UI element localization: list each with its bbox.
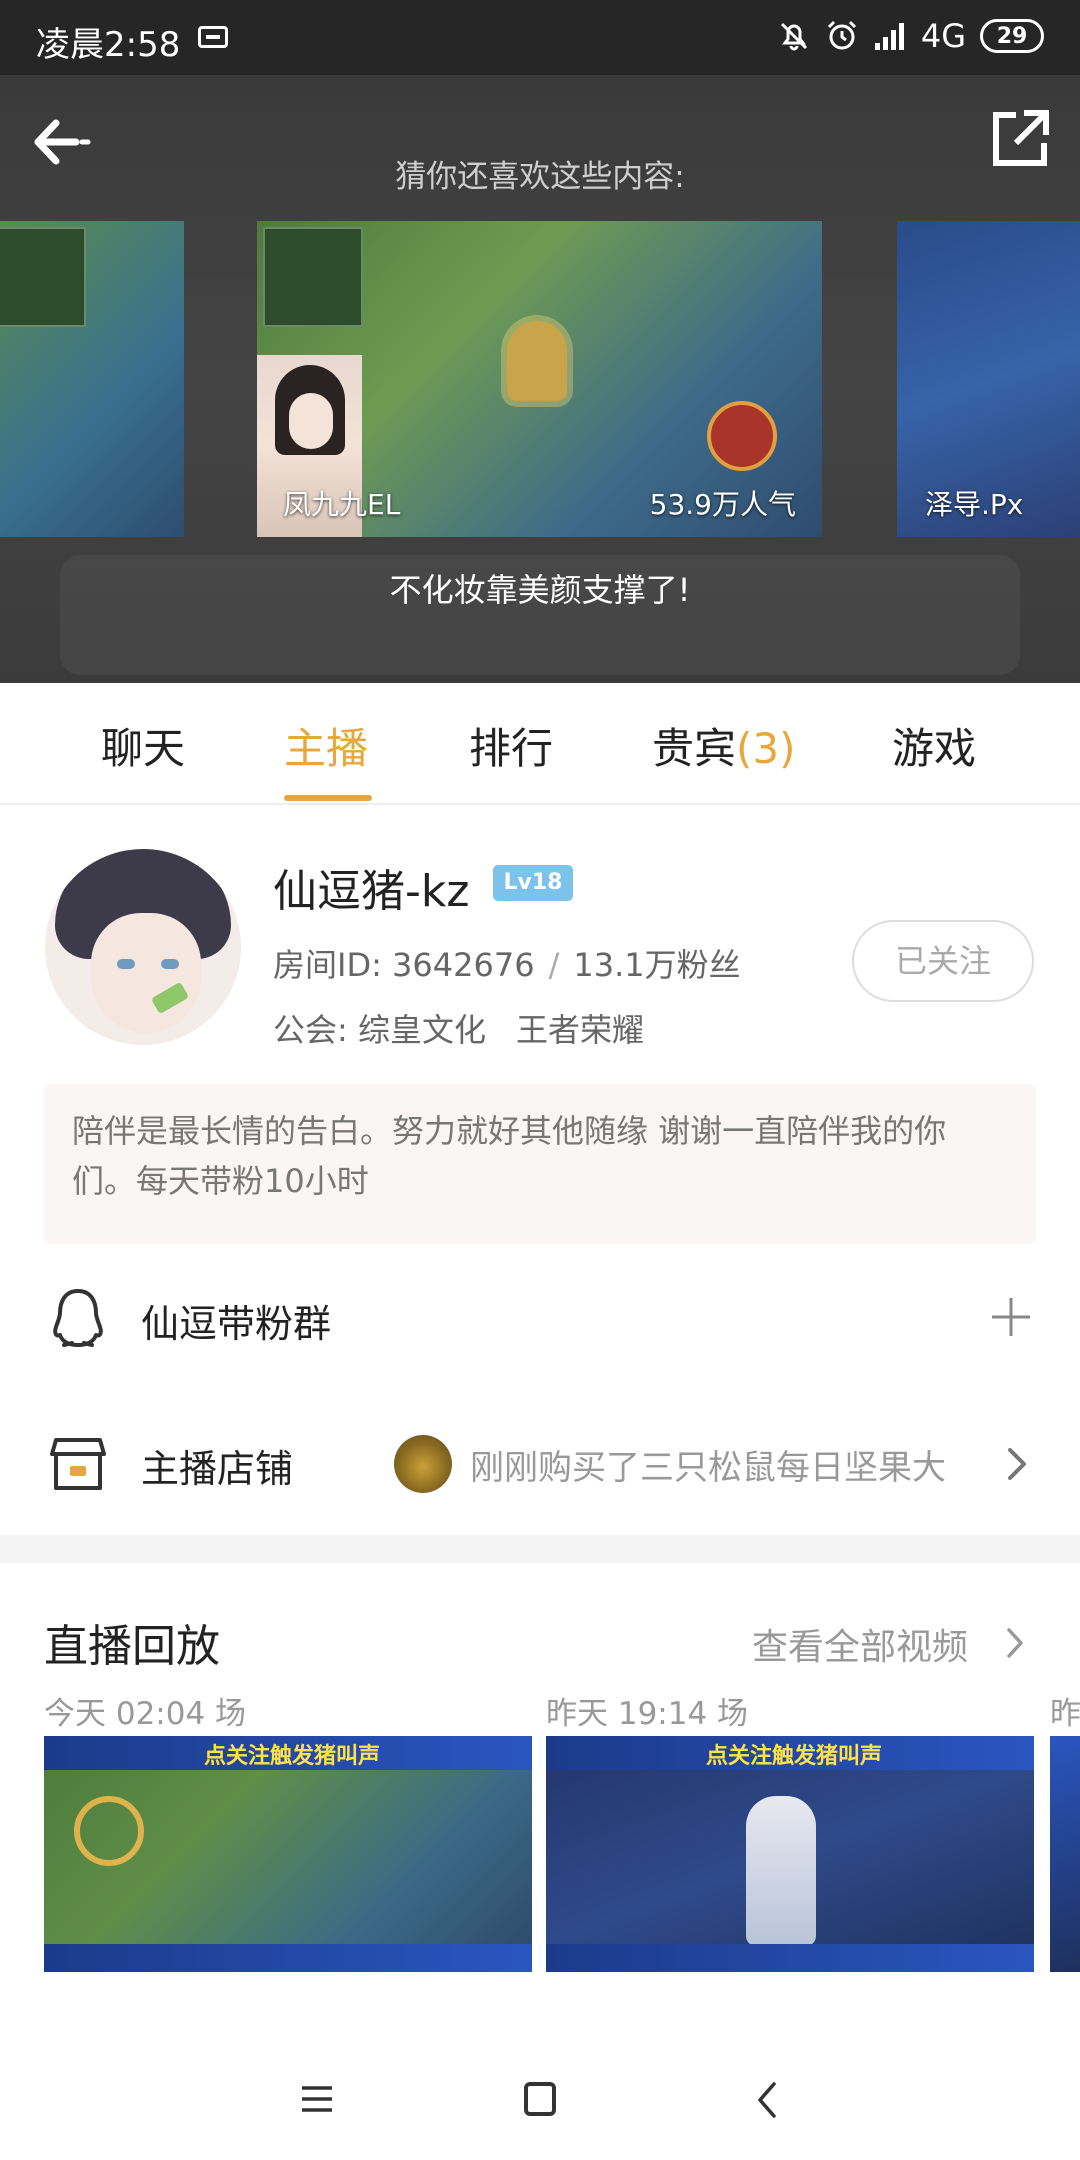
replay-thumbnail[interactable]: 点关注触发猪叫声 <box>44 1736 532 1972</box>
replay-item[interactable]: 昨天 19:14 场 点关注触发猪叫声 <box>546 1688 1034 1972</box>
guild-info: 公会: 综皇文化 王者荣耀 <box>273 1005 644 1051</box>
see-all-videos-link[interactable]: 查看全部视频 <box>752 1618 968 1670</box>
level-badge: Lv18 <box>493 865 573 901</box>
replay-item[interactable]: 今天 02:04 场 点关注触发猪叫声 <box>44 1688 532 1972</box>
buyer-avatar <box>394 1435 452 1493</box>
recommend-title: 猜你还喜欢这些内容: <box>395 159 685 195</box>
tab-chat[interactable]: 聊天 <box>101 715 185 776</box>
recommend-card[interactable]: 凤九九EL 53.9万人气 <box>257 221 822 537</box>
recommend-card[interactable] <box>0 221 184 537</box>
thumbnail-banner-text: 点关注触发猪叫声 <box>706 1744 883 1769</box>
battery-icon: 29 <box>980 19 1044 53</box>
room-id: 房间ID: 3642676 <box>273 946 535 984</box>
recommend-card[interactable]: 泽导.Px <box>897 221 1080 537</box>
card-popularity: 53.9万人气 <box>649 488 796 521</box>
minimap <box>0 227 86 327</box>
anchor-shop-row[interactable]: 主播店铺 刚刚购买了三只松鼠每日坚果大 <box>0 1398 1080 1528</box>
tab-vip-label: 贵宾 <box>652 724 737 773</box>
replay-item[interactable]: 昨 <box>1050 1688 1080 1972</box>
game-hero <box>507 321 567 401</box>
plus-icon[interactable] <box>990 1296 1032 1338</box>
card-streamer-name: 凤九九EL <box>283 488 401 521</box>
anchor-bio: 陪伴是最长情的告白。努力就好其他随缘 谢谢一直陪伴我的你们。每天带粉10小时 <box>44 1084 1036 1244</box>
tab-vip-count: (3) <box>736 724 796 773</box>
room-info: 房间ID: 3642676/13.1万粉丝 <box>273 946 741 984</box>
recommend-panel: 猜你还喜欢这些内容: 凤九九EL 53.9万人气 泽导.Px 不化妆靠美颜支撑了… <box>0 75 1080 683</box>
section-divider <box>0 1535 1080 1563</box>
replay-section-title: 直播回放 <box>44 1621 220 1672</box>
status-icons: 4G 29 <box>777 14 1044 58</box>
replay-time: 昨 <box>1050 1696 1080 1732</box>
recommend-caption: 不化妆靠美颜支撑了! <box>389 571 691 609</box>
network-type: 4G <box>920 17 966 55</box>
signal-icon <box>874 23 904 50</box>
chevron-right-icon <box>1008 1448 1026 1480</box>
avatar[interactable] <box>45 849 241 1045</box>
tab-anchor[interactable]: 主播 <box>284 715 368 776</box>
card-streamer-name: 泽导.Px <box>925 488 1024 521</box>
battery-level: 29 <box>980 19 1044 53</box>
tab-game[interactable]: 游戏 <box>892 715 976 776</box>
game-tower <box>707 401 777 471</box>
replay-time: 今天 02:04 场 <box>44 1696 247 1732</box>
mute-bell-icon <box>780 22 807 51</box>
replay-thumbnail[interactable]: 点关注触发猪叫声 <box>546 1736 1034 1972</box>
guild-name: 公会: 综皇文化 <box>273 1011 486 1049</box>
minimap <box>263 227 363 327</box>
status-time: 凌晨2:58 <box>36 25 181 65</box>
fan-group-label: 仙逗带粉群 <box>141 1302 332 1346</box>
shop-icon <box>50 1438 106 1490</box>
replay-thumbnail[interactable] <box>1050 1736 1080 1972</box>
back-chevron-icon[interactable] <box>756 2080 778 2120</box>
tab-bar: 聊天 主播 排行 贵宾(3) 游戏 <box>0 683 1080 805</box>
system-nav-bar <box>0 2040 1080 2160</box>
fan-count: 13.1万粉丝 <box>573 946 741 984</box>
tab-vip[interactable]: 贵宾(3) <box>652 715 796 776</box>
fan-group-row[interactable]: 仙逗带粉群 <box>0 1253 1080 1383</box>
thumbnail-banner-text: 点关注触发猪叫声 <box>204 1744 381 1769</box>
chevron-right-icon <box>1007 1628 1023 1658</box>
alarm-icon <box>827 20 856 50</box>
shop-label: 主播店铺 <box>141 1447 294 1491</box>
menu-icon[interactable] <box>300 2084 334 2114</box>
status-bar: 凌晨2:58 4G 29 <box>0 0 1080 75</box>
tab-ranking[interactable]: 排行 <box>469 715 553 776</box>
recent-purchase: 刚刚购买了三只松鼠每日坚果大 <box>470 1448 946 1488</box>
qq-penguin-icon <box>53 1289 103 1347</box>
sim-card-icon <box>198 26 228 48</box>
game-name: 王者荣耀 <box>515 1011 644 1049</box>
replay-time: 昨天 19:14 场 <box>546 1696 749 1732</box>
anchor-name: 仙逗猪-kz <box>273 866 470 917</box>
home-icon[interactable] <box>524 2082 556 2116</box>
follow-button[interactable]: 已关注 <box>852 920 1034 1002</box>
active-tab-indicator <box>284 795 372 801</box>
